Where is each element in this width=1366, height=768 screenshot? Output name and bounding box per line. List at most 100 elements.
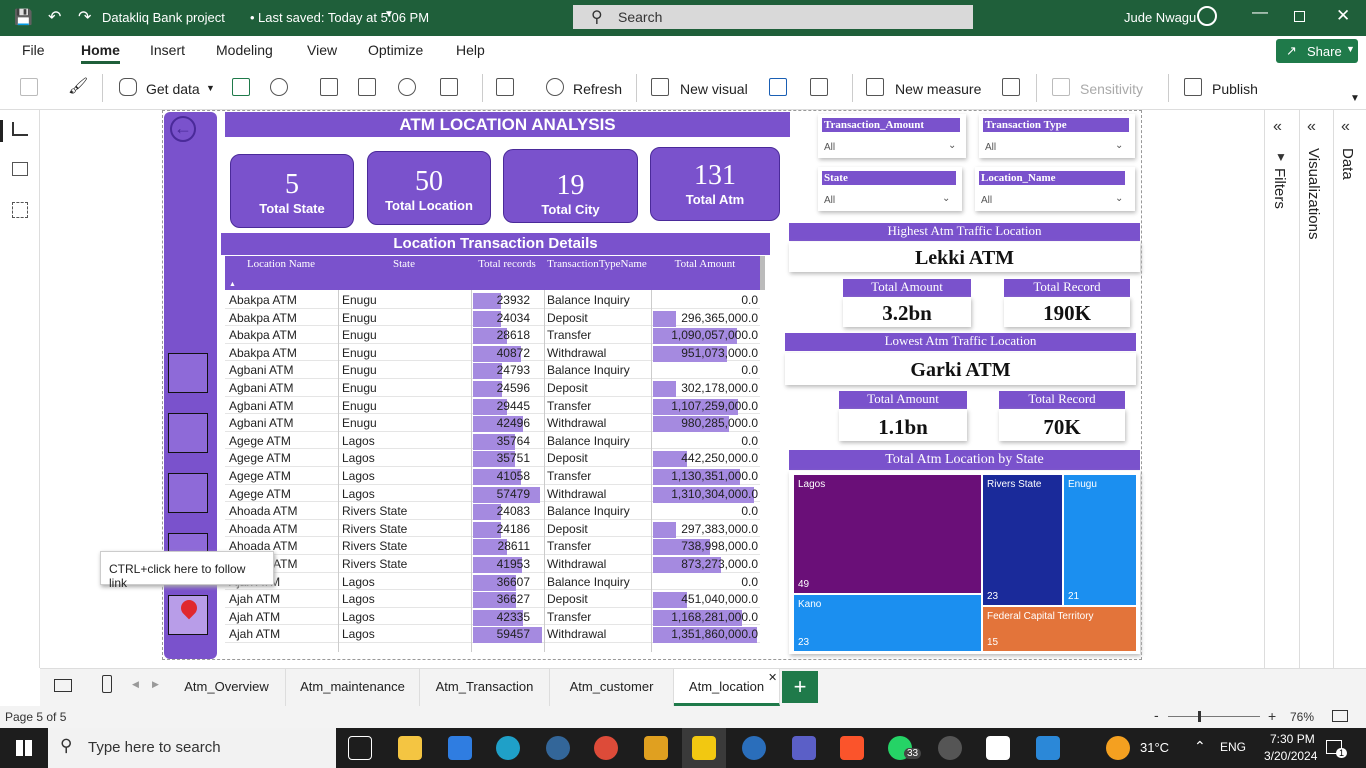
new-visual-icon[interactable] — [651, 78, 669, 96]
text-box-icon[interactable] — [769, 78, 787, 96]
r-icon[interactable] — [742, 736, 766, 760]
column-header[interactable]: TransactionTypeName — [544, 259, 650, 270]
zoom-slider-thumb[interactable] — [1198, 711, 1201, 722]
location-transaction-table[interactable]: Location Name State Total records Transa… — [225, 256, 765, 652]
table-row[interactable]: Abakpa ATM Enugu 40872 Withdrawal 951,073,00… — [225, 344, 760, 362]
treemap-tile-lagos[interactable]: Lagos 49 — [793, 474, 982, 594]
customer-nav-icon[interactable] — [168, 473, 208, 513]
minimize-icon[interactable]: — — [1252, 4, 1268, 22]
column-header[interactable]: Location Name — [225, 259, 337, 270]
search-input[interactable]: ⚲ Search — [573, 5, 973, 29]
refresh-icon[interactable] — [546, 78, 564, 96]
zoom-in-icon[interactable]: + — [1268, 708, 1276, 724]
photos-icon[interactable] — [1036, 736, 1060, 760]
collapse-ribbon-icon[interactable]: ▼ — [1350, 93, 1360, 104]
collapse-visualizations-icon[interactable]: « — [1307, 118, 1316, 136]
postgres-icon[interactable] — [546, 736, 570, 760]
table-row[interactable]: Abakpa ATM Enugu 23932 Balance Inquiry 0.0 — [225, 291, 760, 309]
clock-time[interactable]: 7:30 PM — [1270, 732, 1315, 746]
transaction-nav-icon[interactable] — [168, 353, 208, 393]
new-visual-button[interactable]: New visual — [680, 81, 748, 97]
dataverse-icon[interactable] — [398, 78, 416, 96]
save-icon[interactable]: 💾 — [14, 8, 33, 26]
pdf-icon[interactable] — [986, 736, 1010, 760]
zoom-out-icon[interactable]: - — [1154, 707, 1159, 723]
store-icon[interactable] — [448, 736, 472, 760]
more-visuals-icon[interactable] — [810, 78, 828, 96]
edge-icon[interactable] — [496, 736, 520, 760]
table-row[interactable]: Agege ATM Lagos 57479 Withdrawal 1,310,304,0… — [225, 485, 760, 503]
redo-icon[interactable]: ↷ — [78, 7, 91, 27]
add-page-button[interactable]: + — [782, 671, 818, 703]
phone-layout-icon[interactable] — [102, 675, 112, 693]
chevron-down-icon[interactable]: ⌄ — [948, 140, 956, 151]
table-row[interactable]: Agege ATM Lagos 35764 Balance Inquiry 0.0 — [225, 432, 760, 450]
share-button[interactable]: ↗ Share ▼ — [1276, 39, 1358, 63]
taskbar-search-input[interactable]: ⚲ Type here to search — [48, 728, 336, 768]
clock-date[interactable]: 3/20/2024 — [1264, 749, 1317, 763]
chevron-down-icon[interactable]: ⌄ — [942, 193, 950, 204]
teams-icon[interactable] — [792, 736, 816, 760]
database-icon[interactable] — [119, 78, 137, 96]
page-tab[interactable]: Atm_customer — [550, 669, 674, 706]
collapse-data-icon[interactable]: « — [1341, 118, 1350, 136]
table-row[interactable]: Abakpa ATM Enugu 24034 Deposit 296,365,000.0 — [225, 309, 760, 327]
windows-start-icon[interactable] — [16, 740, 32, 756]
language-indicator[interactable]: ENG — [1220, 740, 1246, 754]
scroll-right-icon[interactable]: ▶ — [152, 679, 159, 690]
desktop-layout-icon[interactable] — [54, 679, 72, 692]
table-row[interactable]: Abakpa ATM Enugu 28618 Transfer 1,090,057,00… — [225, 326, 760, 345]
table-row[interactable]: Agbani ATM Enugu 24793 Balance Inquiry 0.0 — [225, 361, 760, 380]
table-row[interactable]: Ahoada ATM Rivers State 28611 Transfer 738,9… — [225, 537, 760, 556]
undo-icon[interactable]: ↶ — [48, 7, 61, 27]
chevron-down-icon[interactable]: ⌄ — [1115, 140, 1123, 151]
column-header[interactable]: Total Amount — [651, 259, 759, 270]
file-explorer-icon[interactable] — [398, 736, 422, 760]
column-header[interactable]: State — [338, 259, 470, 270]
table-scrollbar[interactable] — [760, 256, 765, 290]
power-bi-icon[interactable] — [692, 736, 716, 760]
chevron-down-icon[interactable]: ⌄ — [1115, 193, 1123, 204]
table-row[interactable]: Ajah ATM Lagos 36627 Deposit 451,040,000.0 — [225, 590, 760, 609]
table-row[interactable]: Ajah ATMLagos36607Balance Inquiry0.0 — [225, 573, 760, 591]
report-view-icon[interactable] — [0, 120, 3, 142]
slicer-transaction-type[interactable]: Transaction Type All ⌄ — [979, 114, 1135, 158]
excel-icon[interactable] — [232, 78, 250, 96]
publish-icon[interactable] — [1184, 78, 1202, 96]
treemap-tile-fct[interactable]: Federal Capital Territory 15 — [982, 606, 1137, 652]
slicer-value[interactable]: All — [985, 142, 996, 153]
menu-insert[interactable]: Insert — [150, 42, 185, 58]
chevron-down-icon[interactable]: ▼ — [384, 9, 394, 20]
refresh-button[interactable]: Refresh — [573, 81, 622, 97]
slicer-location-name[interactable]: Location_Name All ⌄ — [975, 167, 1135, 211]
enter-data-icon[interactable] — [358, 78, 376, 96]
visualizations-pane-tab[interactable]: Visualizations — [1305, 148, 1322, 239]
page-tab[interactable]: Atm_Transaction — [420, 669, 550, 706]
table-row[interactable]: Agbani ATM Enugu 24596 Deposit 302,178,000.0 — [225, 379, 760, 397]
table-row[interactable]: Ajah ATM Lagos 59457 Withdrawal 1,351,860,00… — [225, 625, 760, 644]
filter-icon[interactable]: ▼ — [1275, 150, 1287, 164]
table-row[interactable]: Agbani ATM Enugu 42496 Withdrawal 980,285,00… — [225, 414, 760, 433]
table-row[interactable]: Agege ATM Lagos 41058 Transfer 1,130,351,000… — [225, 467, 760, 485]
table-row[interactable]: Agege ATM Lagos 35751 Deposit 442,250,000.0 — [225, 449, 760, 468]
column-header[interactable]: Total records — [471, 259, 543, 270]
temperature[interactable]: 31°C — [1140, 740, 1169, 755]
table-row[interactable]: Agbani ATM Enugu 29445 Transfer 1,107,259,00… — [225, 397, 760, 415]
slicer-value[interactable]: All — [824, 142, 835, 153]
menu-optimize[interactable]: Optimize — [368, 42, 423, 58]
data-hub-icon[interactable] — [270, 78, 288, 96]
tools-icon[interactable] — [644, 736, 668, 760]
slicer-state[interactable]: State All ⌄ — [818, 167, 962, 211]
format-painter-icon[interactable]: 🖌 — [68, 76, 88, 95]
brave-icon[interactable] — [840, 736, 864, 760]
report-view-icon[interactable] — [12, 122, 28, 136]
filters-pane-tab[interactable]: Filters — [1271, 168, 1288, 209]
sql-icon[interactable] — [320, 78, 338, 96]
model-view-icon[interactable] — [12, 202, 28, 218]
treemap-tile-rivers-state[interactable]: Rivers State 23 — [982, 474, 1063, 606]
transform-data-icon[interactable] — [496, 78, 514, 96]
zoom-slider[interactable] — [1168, 716, 1260, 717]
close-icon[interactable]: ✕ — [1336, 6, 1350, 26]
weather-icon[interactable] — [1106, 736, 1130, 760]
menu-home[interactable]: Home — [81, 42, 120, 64]
